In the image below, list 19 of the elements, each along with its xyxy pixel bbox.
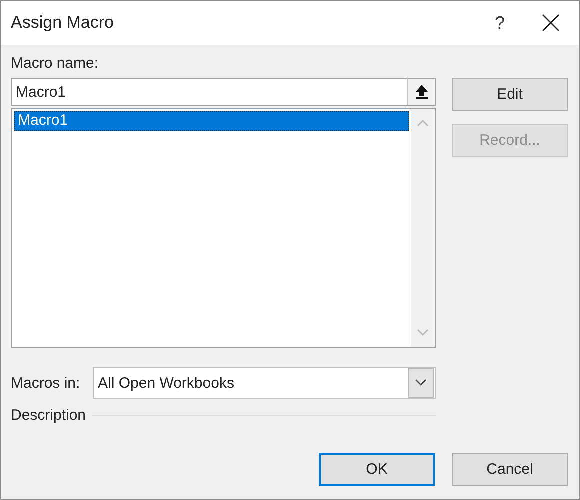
window-title: Assign Macro <box>11 13 115 33</box>
scroll-bar[interactable] <box>411 109 435 347</box>
description-label: Description <box>11 407 86 424</box>
dialog-button[interactable]: OK <box>319 453 435 486</box>
scroll-down-icon[interactable] <box>417 329 429 337</box>
macro-list-item[interactable]: Macro1 <box>14 111 409 131</box>
scroll-up-icon[interactable] <box>417 119 429 127</box>
macro-name-label: Macro name: <box>11 55 100 72</box>
macro-name-field[interactable]: Macro1 <box>11 78 407 106</box>
dropdown-button[interactable] <box>408 368 434 398</box>
collapse-button[interactable] <box>407 78 436 106</box>
up-arrow-icon <box>414 84 428 100</box>
dialog-button[interactable]: Cancel <box>452 453 568 486</box>
chevron-down-icon <box>415 379 427 387</box>
close-icon <box>542 14 560 32</box>
side-button[interactable]: Edit <box>452 78 568 111</box>
macros-in-dropdown[interactable]: All Open Workbooks <box>93 367 436 399</box>
help-button[interactable]: ? <box>477 1 523 45</box>
macros-in-label: Macros in: <box>11 374 82 392</box>
